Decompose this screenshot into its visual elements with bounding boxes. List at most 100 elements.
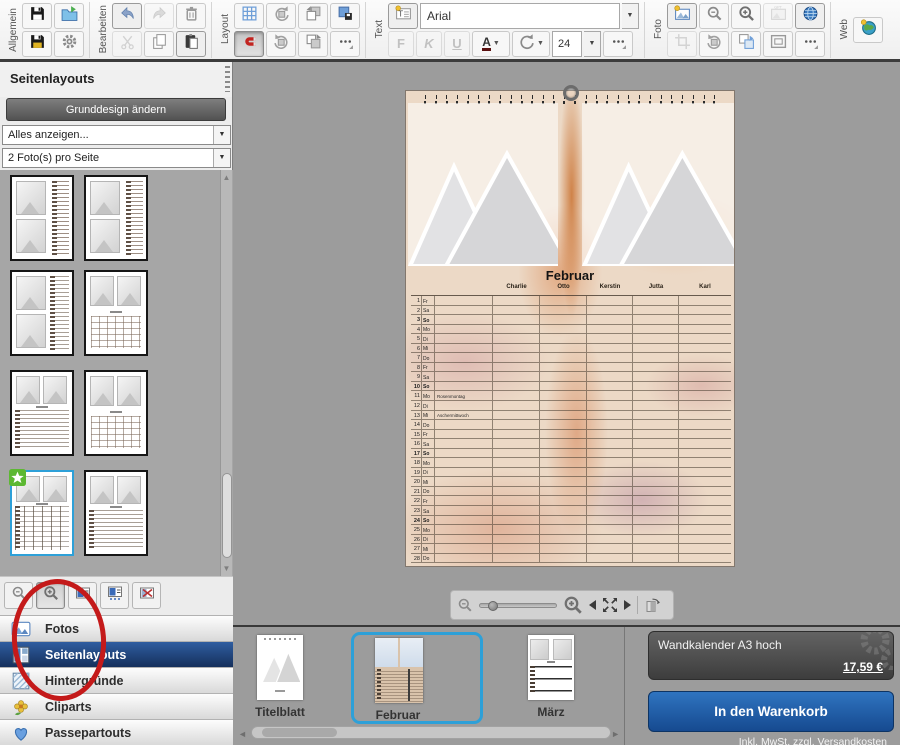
filmstrip-scroll-right-icon[interactable]: ► xyxy=(611,729,620,739)
thumbs-larger-button[interactable] xyxy=(36,582,65,609)
copy-button[interactable] xyxy=(144,31,174,57)
open-button[interactable] xyxy=(54,3,84,29)
film-page-label[interactable]: März xyxy=(501,705,601,719)
rotate-left-button[interactable] xyxy=(266,3,296,29)
layout-filter-select[interactable]: Alles anzeigen... ▼ xyxy=(2,125,231,145)
sidebar-item-passepartouts[interactable]: Passepartouts xyxy=(0,719,233,745)
calendar-day-row: 12Di xyxy=(411,401,731,411)
save-as-button[interactable] xyxy=(22,31,52,57)
name-cell xyxy=(679,420,731,429)
layout-thumbnail-selected[interactable] xyxy=(10,470,74,556)
price-link[interactable]: 17,59 € xyxy=(843,660,883,674)
save-button[interactable] xyxy=(22,3,52,29)
sidebar-item-hintergrnde[interactable]: Hintergründe xyxy=(0,667,233,693)
send-backward-button[interactable] xyxy=(298,31,328,57)
layout-thumbnail[interactable] xyxy=(10,175,74,261)
redo-button[interactable] xyxy=(144,3,174,29)
font-size-dropdown-arrow[interactable]: ▼ xyxy=(584,31,601,57)
bring-forward-button[interactable] xyxy=(298,3,328,29)
view-detail-button[interactable] xyxy=(100,582,129,609)
add-text-button[interactable]: T xyxy=(388,3,418,29)
panel-drag-handle[interactable] xyxy=(225,66,230,92)
thumbnail-scrollbar[interactable]: ▲ ▼ xyxy=(220,170,232,576)
crop-photo-button[interactable] xyxy=(667,31,697,57)
photo-rotate-button[interactable] xyxy=(699,31,729,57)
name-cell xyxy=(587,477,633,486)
no-layout-icon xyxy=(139,585,155,606)
sidebar-item-cliparts[interactable]: Cliparts xyxy=(0,693,233,719)
film-page-titelblatt[interactable] xyxy=(257,635,303,700)
layout-thumbnail[interactable] xyxy=(84,470,148,556)
zoom-in-button[interactable] xyxy=(563,595,583,615)
calendar-month-title[interactable]: Februar xyxy=(406,268,734,283)
zoom-slider[interactable] xyxy=(479,603,557,608)
bold-button[interactable]: F xyxy=(388,31,414,57)
sidebar-item-seitenlayouts[interactable]: Seitenlayouts xyxy=(0,641,233,667)
calendar-table[interactable]: 1Fr2Sa3So4Mo5Di6Mi7Do8Fr9Sa10So11MoRosen… xyxy=(411,295,731,563)
paste-button[interactable] xyxy=(176,31,206,57)
dropdown-arrow-icon: ▼ xyxy=(213,149,230,167)
calendar-day-row: 27Mi xyxy=(411,544,731,554)
save-layout-button[interactable] xyxy=(330,3,360,29)
text-more-button[interactable] xyxy=(603,31,633,57)
photo-count-select[interactable]: 2 Foto(s) pro Seite ▼ xyxy=(2,148,231,168)
photo-placeholder-left[interactable] xyxy=(408,103,558,266)
layout-thumbnail[interactable] xyxy=(84,175,148,261)
font-color-button[interactable]: A▼ xyxy=(472,31,510,57)
next-page-button[interactable] xyxy=(624,600,631,610)
zoom-out-button[interactable] xyxy=(457,597,473,613)
filmstrip-scrollbar-thumb[interactable] xyxy=(262,728,337,737)
underline-button[interactable]: U xyxy=(444,31,470,57)
scroll-up-icon[interactable]: ▲ xyxy=(222,173,231,182)
layout-more-button[interactable] xyxy=(330,31,360,57)
filmstrip-scrollbar[interactable] xyxy=(251,726,611,739)
filmstrip-scroll-left-icon[interactable]: ◄ xyxy=(238,729,247,739)
undo-button[interactable] xyxy=(112,3,142,29)
view-list-button[interactable] xyxy=(68,582,97,609)
name-cell xyxy=(493,325,540,334)
film-page-februar[interactable] xyxy=(375,638,423,703)
layout-thumbnail[interactable] xyxy=(84,370,148,456)
thumbs-smaller-button[interactable] xyxy=(4,582,33,609)
layout-thumbnail[interactable] xyxy=(10,270,74,356)
font-family-select[interactable]: Arial xyxy=(420,3,620,29)
photo-frame-button[interactable] xyxy=(763,31,793,57)
zoom-slider-knob[interactable] xyxy=(488,601,498,611)
prev-page-button[interactable] xyxy=(589,600,596,610)
photo-swap-button[interactable] xyxy=(731,31,761,57)
delete-button[interactable] xyxy=(176,3,206,29)
photo-smaller-button[interactable] xyxy=(699,3,729,29)
rotate-right-button[interactable] xyxy=(266,31,296,57)
name-cell xyxy=(679,496,731,505)
sidebar-item-fotos[interactable]: Fotos xyxy=(0,615,233,641)
photo-effects-button[interactable]: GPT xyxy=(763,3,793,29)
fill-color-button[interactable]: ▼ xyxy=(512,31,550,57)
photo-placeholder-right[interactable] xyxy=(582,103,734,266)
font-size-select[interactable]: 24 xyxy=(552,31,582,57)
layout-thumbnail[interactable] xyxy=(84,270,148,356)
snap-magnet-button[interactable] xyxy=(234,31,264,57)
scroll-down-icon[interactable]: ▼ xyxy=(222,564,231,573)
web-upload-button[interactable] xyxy=(853,17,883,43)
remove-layout-button[interactable] xyxy=(132,582,161,609)
film-page-mrz[interactable] xyxy=(528,635,574,700)
settings-button[interactable] xyxy=(54,31,84,57)
add-to-cart-button[interactable]: In den Warenkorb xyxy=(648,691,894,732)
cut-button[interactable] xyxy=(112,31,142,57)
fit-page-button[interactable] xyxy=(602,597,618,613)
font-family-dropdown-arrow[interactable]: ▼ xyxy=(622,3,639,29)
add-photo-button[interactable] xyxy=(667,3,697,29)
rotate-page-button[interactable] xyxy=(644,597,660,613)
film-page-label[interactable]: Titelblatt xyxy=(230,705,330,719)
film-page-label[interactable]: Februar xyxy=(348,708,448,722)
photo-web-button[interactable] xyxy=(795,3,825,29)
grid-toggle-button[interactable] xyxy=(234,3,264,29)
photo-larger-button[interactable] xyxy=(731,3,761,29)
foto-more-button[interactable] xyxy=(795,31,825,57)
favorite-star-icon xyxy=(9,469,26,486)
scrollbar-thumb[interactable] xyxy=(222,473,232,558)
layout-thumbnail[interactable] xyxy=(10,370,74,456)
change-design-button[interactable]: Grunddesign ändern xyxy=(6,98,226,121)
italic-button[interactable]: K xyxy=(416,31,442,57)
calendar-page[interactable]: Februar CharlieOttoKerstinJuttaKarl 1Fr2… xyxy=(405,90,735,567)
